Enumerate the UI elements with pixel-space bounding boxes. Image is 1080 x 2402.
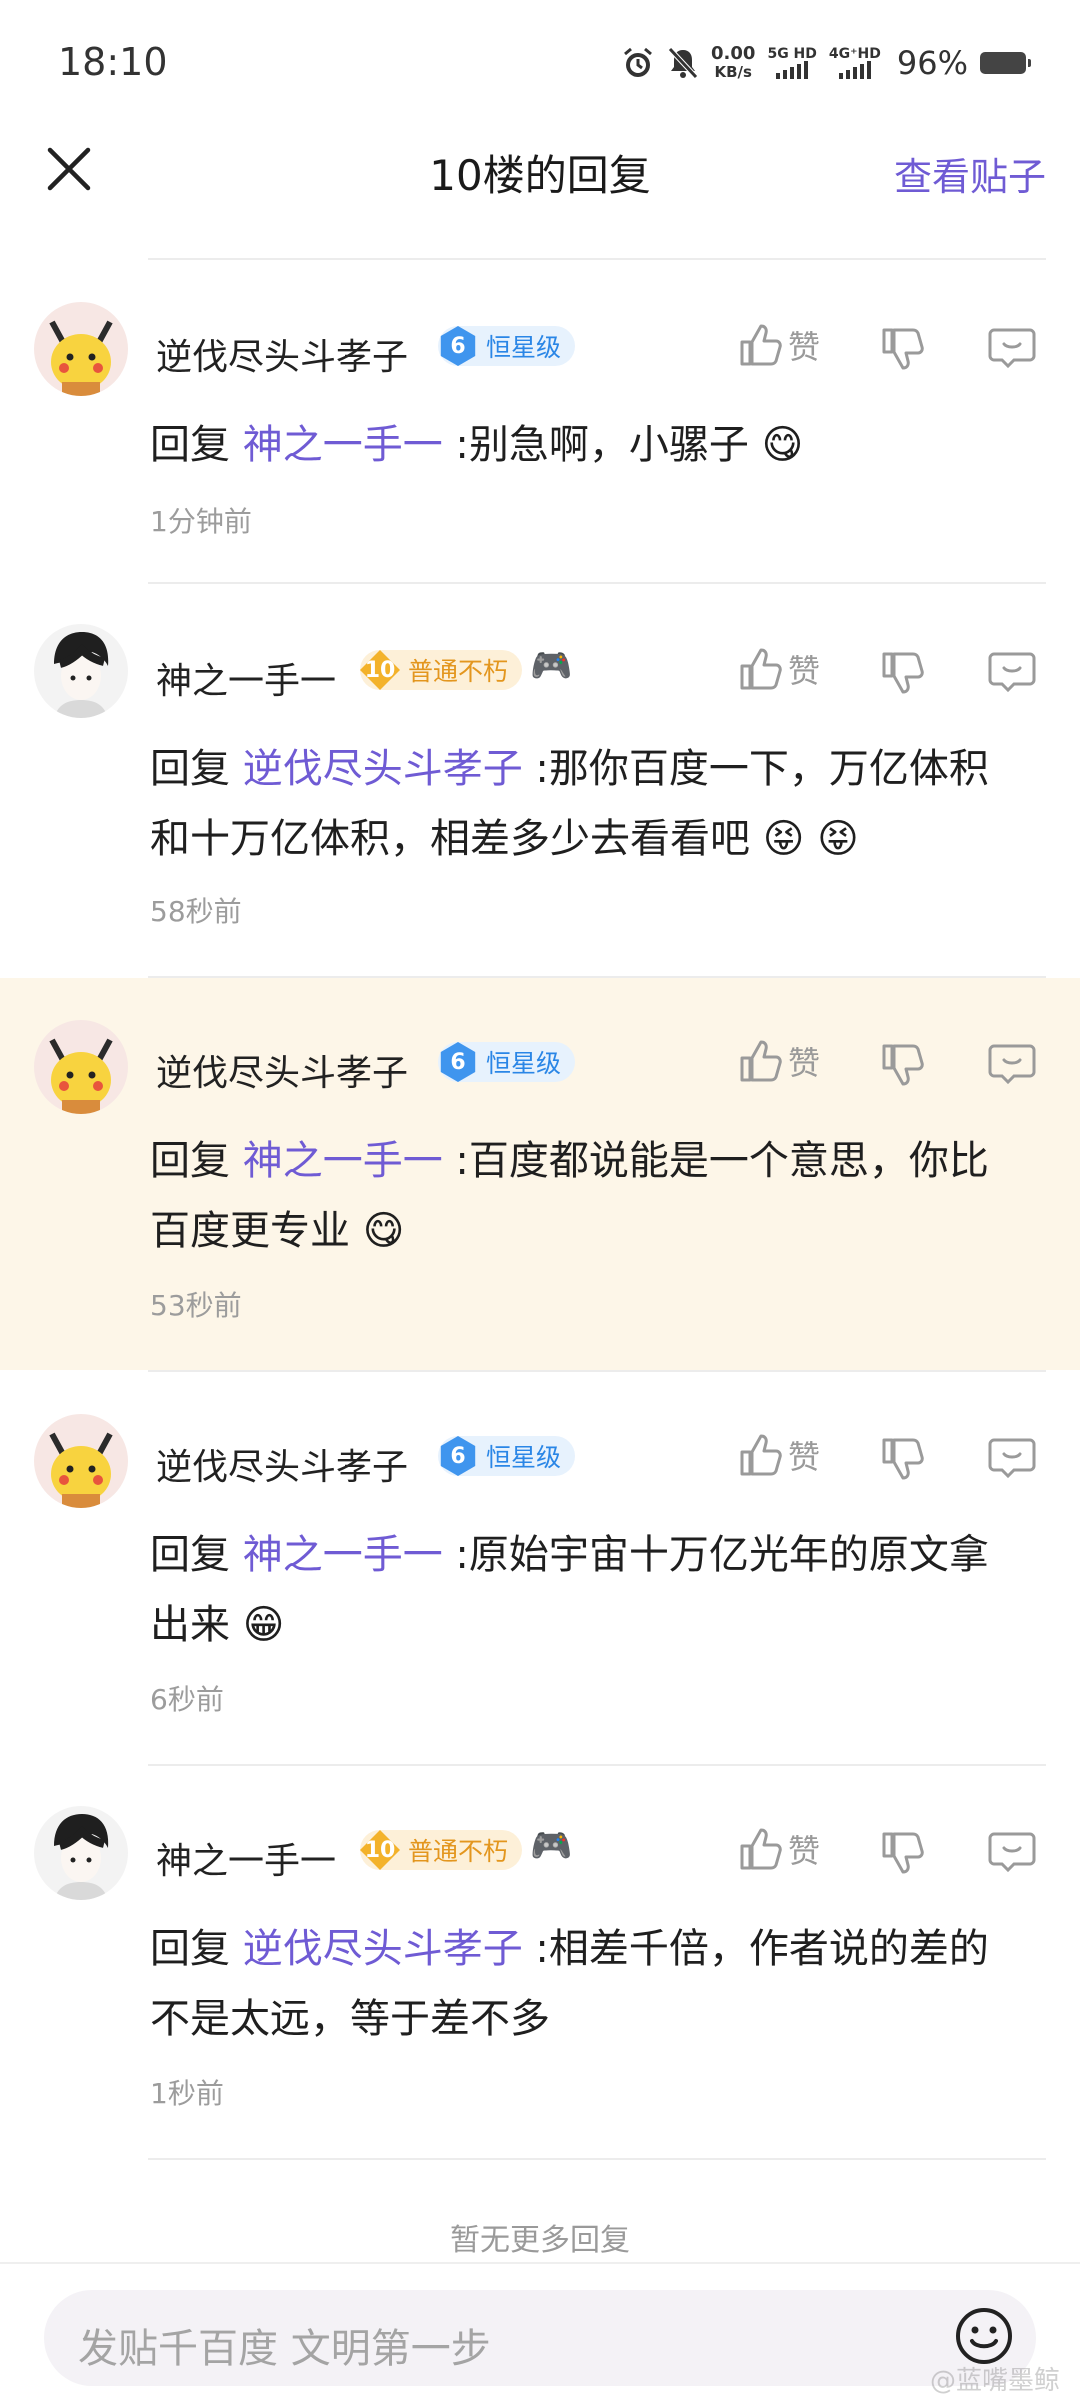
mention-link[interactable]: 神之一手一 — [243, 1532, 443, 1578]
compose-placeholder: 发贴千百度 文明第一步 — [78, 2326, 491, 2372]
thumbs-down-icon[interactable] — [880, 650, 924, 696]
reply-text: 回复 逆伐尽头斗孝子 :那你百度一下，万亿体积 和十万亿体积，相差多少去看看吧 … — [150, 746, 989, 862]
comment-icon[interactable] — [988, 1436, 1036, 1480]
reply-text: 回复 神之一手一 :百度都说能是一个意思，你比 百度更专业 😋 — [150, 1138, 989, 1254]
avatar[interactable] — [34, 1020, 128, 1114]
like-button[interactable]: 赞 — [738, 322, 820, 368]
thumbs-down-icon[interactable] — [880, 1042, 924, 1088]
view-post-button[interactable]: 查看贴子 — [894, 146, 1046, 201]
signal-bars-icon — [776, 61, 809, 79]
like-button[interactable]: 赞 — [738, 1826, 820, 1872]
like-button[interactable]: 赞 — [738, 1432, 820, 1478]
compose-input[interactable]: 发贴千百度 文明第一步 — [44, 2290, 1036, 2386]
reply-text: 回复 神之一手一 :别急啊，小骡子 😋 — [150, 422, 804, 468]
thumbs-down-icon[interactable] — [880, 1830, 924, 1876]
thumbs-up-icon — [740, 1040, 782, 1082]
username[interactable]: 神之一手一 — [156, 652, 336, 704]
mention-link[interactable]: 逆伐尽头斗孝子 — [243, 1926, 523, 1972]
thumbs-up-icon — [740, 1434, 782, 1476]
emoji-icon[interactable] — [954, 2306, 1014, 2366]
level-badge: 6 恒星级 — [438, 1436, 576, 1476]
mention-link[interactable]: 逆伐尽头斗孝子 — [243, 746, 523, 792]
mention-link[interactable]: 神之一手一 — [243, 422, 443, 468]
game-badge-icon: 🎮 — [530, 646, 573, 686]
bottom-bar: 发贴千百度 文明第一步 — [0, 2262, 1080, 2402]
game-badge-icon: 🎮 — [530, 1826, 573, 1866]
avatar[interactable] — [34, 302, 128, 396]
reply-item: 神之一手一 10 普通不朽 🎮 赞 回复 逆伐尽头斗孝子 :那你百度一下，万亿体… — [0, 584, 1080, 976]
thumbs-down-icon[interactable] — [880, 326, 924, 372]
username[interactable]: 逆伐尽头斗孝子 — [156, 1438, 408, 1490]
timestamp: 53秒前 — [150, 1289, 242, 1322]
reply-text: 回复 逆伐尽头斗孝子 :相差千倍，作者说的差的 不是太远，等于差不多 — [150, 1926, 989, 2042]
timestamp: 1秒前 — [150, 2077, 224, 2110]
username[interactable]: 神之一手一 — [156, 1832, 336, 1884]
timestamp: 58秒前 — [150, 895, 242, 928]
divider — [148, 2158, 1046, 2160]
mention-link[interactable]: 神之一手一 — [243, 1138, 443, 1184]
signal-5g: 5G HD — [767, 47, 817, 79]
username[interactable]: 逆伐尽头斗孝子 — [156, 328, 408, 380]
thumbs-down-icon[interactable] — [880, 1436, 924, 1482]
level-badge: 6 恒星级 — [438, 326, 576, 366]
signal-bars-icon — [838, 61, 871, 79]
reply-item: 逆伐尽头斗孝子 6 恒星级 赞 回复 神之一手一 :原始宇宙十万亿光年的原文拿 … — [0, 1372, 1080, 1764]
comment-icon[interactable] — [988, 1830, 1036, 1874]
timestamp: 6秒前 — [150, 1683, 224, 1716]
status-time: 18:10 — [58, 40, 168, 84]
avatar[interactable] — [34, 1414, 128, 1508]
reply-item: 神之一手一 10 普通不朽 🎮 赞 回复 逆伐尽头斗孝子 :相差千倍，作者说的差… — [0, 1766, 1080, 2158]
network-speed: 0.00 KB/s — [711, 43, 756, 82]
no-more-replies: 暂无更多回复 — [450, 2223, 630, 2258]
avatar[interactable] — [34, 624, 128, 718]
watermark: @蓝嘴墨鲸 — [929, 2366, 1060, 2396]
thumbs-up-icon — [740, 648, 782, 690]
status-bar: 18:10 0.00 KB/s 5G HD 4G⁺HD 96% — [0, 0, 1080, 130]
level-badge: 10 普通不朽 — [360, 1830, 523, 1870]
mute-bell-icon — [668, 47, 698, 79]
thumbs-up-icon — [740, 1828, 782, 1870]
reply-text: 回复 神之一手一 :原始宇宙十万亿光年的原文拿 出来 😁 — [150, 1532, 989, 1648]
avatar[interactable] — [34, 1806, 128, 1900]
reply-item-highlighted: 逆伐尽头斗孝子 6 恒星级 赞 回复 神之一手一 :百度都说能是一个意思，你比 … — [0, 978, 1080, 1370]
level-badge: 10 普通不朽 — [360, 650, 523, 690]
comment-icon[interactable] — [988, 326, 1036, 370]
like-button[interactable]: 赞 — [738, 646, 820, 692]
alarm-icon — [624, 47, 652, 77]
signal-4g: 4G⁺HD — [829, 47, 881, 79]
battery-percent: 96% — [896, 44, 968, 82]
battery-icon — [980, 52, 1031, 74]
level-badge: 6 恒星级 — [438, 1042, 576, 1082]
timestamp: 1分钟前 — [150, 505, 252, 538]
thumbs-up-icon — [740, 324, 782, 366]
comment-icon[interactable] — [988, 1042, 1036, 1086]
comment-icon[interactable] — [988, 650, 1036, 694]
system-icons: 0.00 KB/s 5G HD 4G⁺HD 96% — [621, 43, 1031, 82]
username[interactable]: 逆伐尽头斗孝子 — [156, 1044, 408, 1096]
like-button[interactable]: 赞 — [738, 1038, 820, 1084]
header: 10楼的回复 查看贴子 — [0, 130, 1080, 250]
